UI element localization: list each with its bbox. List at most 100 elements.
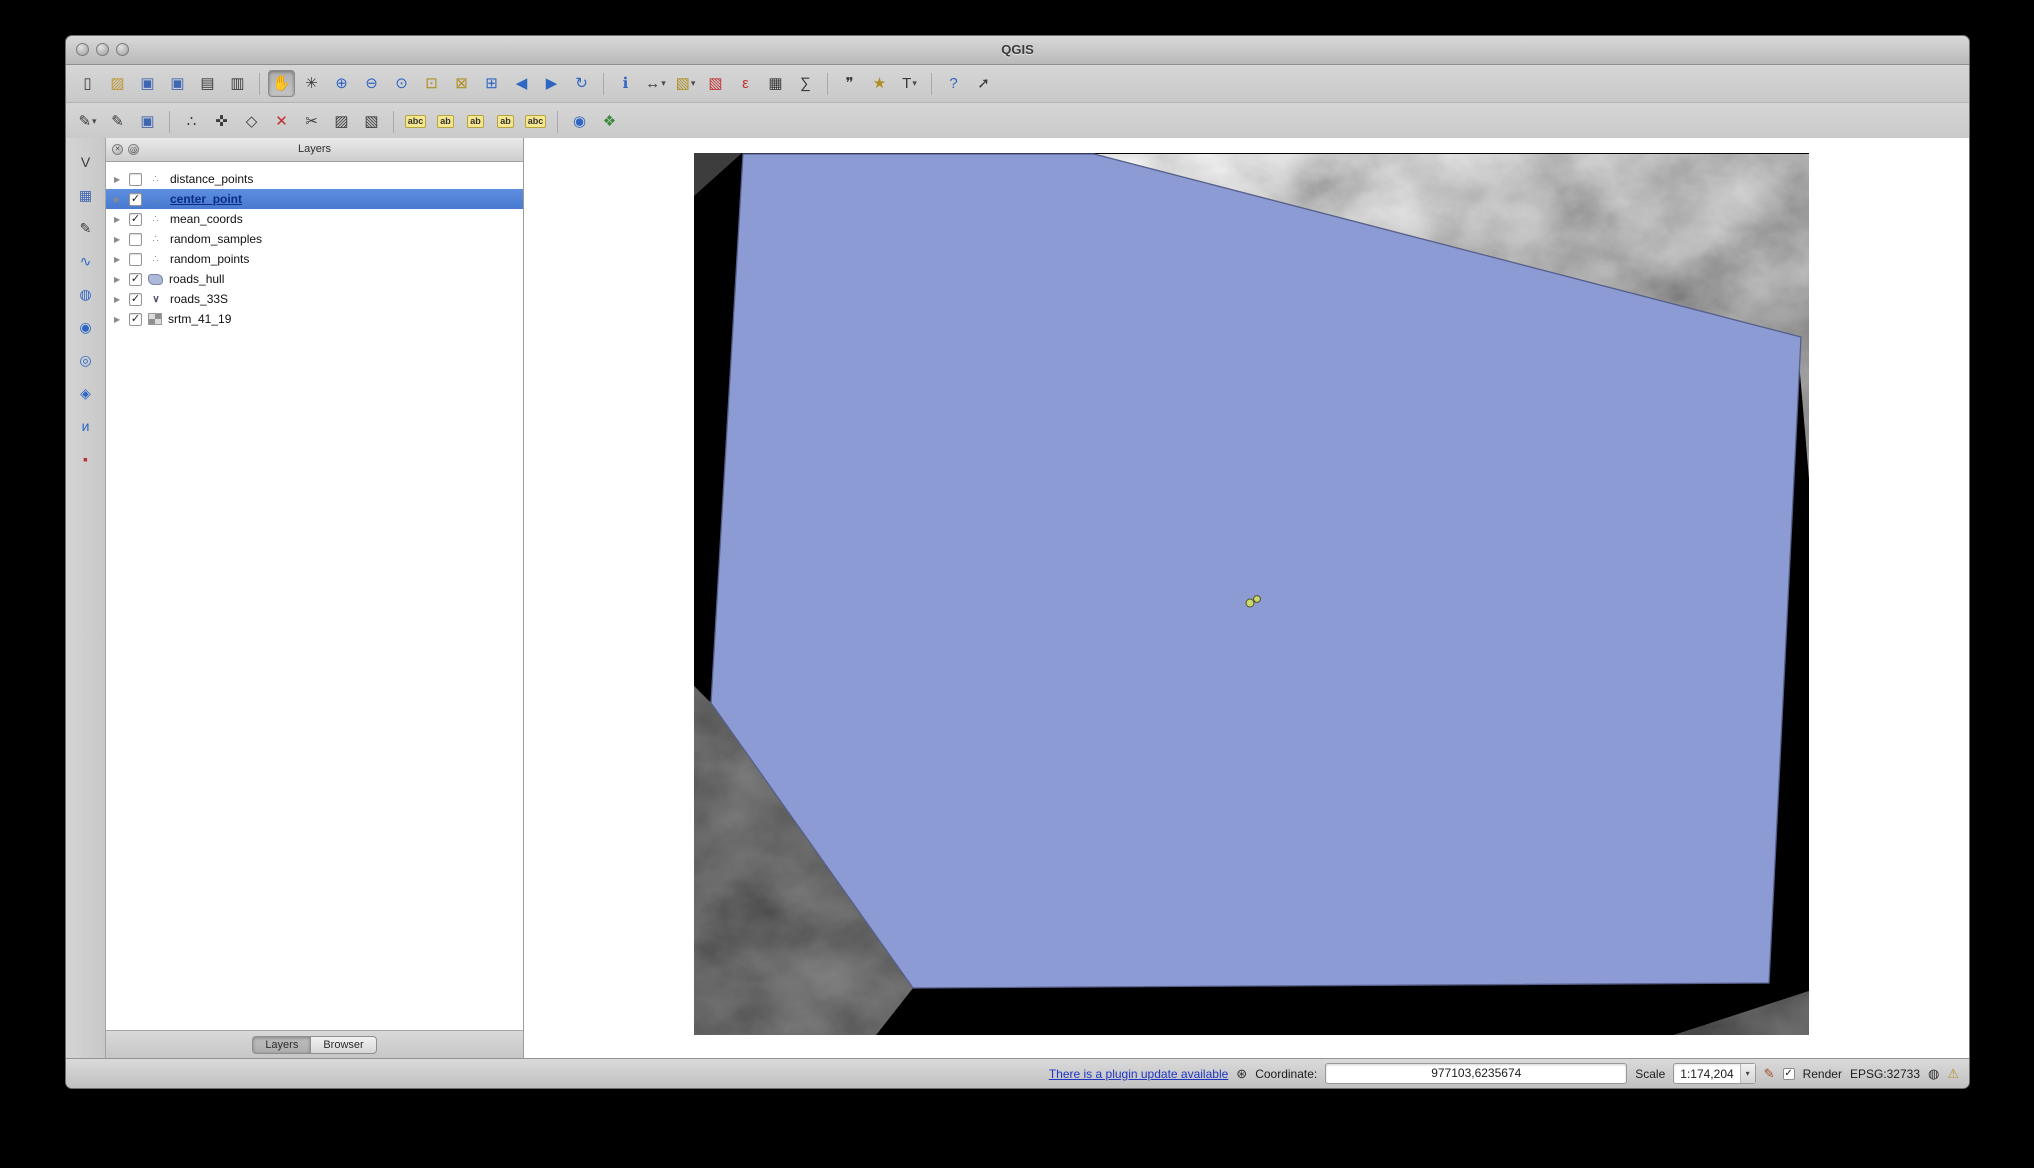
layer-checkbox[interactable] bbox=[129, 253, 142, 266]
panel-close-icon[interactable] bbox=[112, 144, 123, 155]
expand-arrow-icon[interactable] bbox=[114, 275, 123, 284]
toggle-editing-button[interactable]: ✎ bbox=[104, 108, 131, 135]
zoom-out-button[interactable]: ⊖ bbox=[358, 70, 385, 97]
layer-labeling-button[interactable]: abc bbox=[402, 108, 429, 135]
open-attribute-table-button[interactable]: ▦ bbox=[762, 70, 789, 97]
paste-features-button[interactable]: ▧ bbox=[358, 108, 385, 135]
crs-status-icon[interactable]: ◍ bbox=[1928, 1067, 1939, 1080]
sep-1-button[interactable] bbox=[259, 73, 260, 95]
select-features-button[interactable]: ▧ bbox=[672, 70, 699, 97]
node-tool-button[interactable]: ◇ bbox=[238, 108, 265, 135]
sep-4-button[interactable] bbox=[931, 73, 932, 95]
layer-checkbox[interactable] bbox=[129, 293, 142, 306]
add-wms-layer-button[interactable]: ◉ bbox=[73, 315, 98, 339]
help-contents-button[interactable]: ? bbox=[940, 70, 967, 97]
open-project-button[interactable]: ▨ bbox=[104, 70, 131, 97]
expand-arrow-icon[interactable] bbox=[114, 235, 123, 244]
expand-arrow-icon[interactable] bbox=[114, 175, 123, 184]
plugin-icon[interactable]: ⊛ bbox=[1236, 1067, 1247, 1080]
add-feature-button[interactable]: ∴ bbox=[178, 108, 205, 135]
deselect-features-button[interactable]: ▧ bbox=[702, 70, 729, 97]
new-project-button[interactable]: ▯ bbox=[74, 70, 101, 97]
titlebar[interactable]: QGIS bbox=[66, 36, 1969, 65]
expand-arrow-icon[interactable] bbox=[114, 295, 123, 304]
map-canvas[interactable] bbox=[524, 138, 1969, 1058]
layer-row-srtm_41_19[interactable]: srtm_41_19 bbox=[106, 309, 523, 329]
expand-arrow-icon[interactable] bbox=[114, 255, 123, 264]
layer-checkbox[interactable] bbox=[129, 173, 142, 186]
zoom-full-button[interactable]: ⊡ bbox=[418, 70, 445, 97]
tab-browser[interactable]: Browser bbox=[310, 1036, 376, 1054]
add-vector-layer-button[interactable]: V bbox=[73, 150, 98, 174]
layer-row-random_samples[interactable]: random_samples bbox=[106, 229, 523, 249]
field-calculator-button[interactable]: ∑ bbox=[792, 70, 819, 97]
label-properties-button[interactable]: abc bbox=[522, 108, 549, 135]
new-bookmark-button[interactable]: ★ bbox=[866, 70, 893, 97]
sep-2-button[interactable] bbox=[393, 111, 394, 133]
layer-row-roads_hull[interactable]: roads_hull bbox=[106, 269, 523, 289]
web-globe-button[interactable]: ◉ bbox=[566, 108, 593, 135]
sep-2-button[interactable] bbox=[603, 73, 604, 95]
add-wfs-layer-button[interactable]: ◈ bbox=[73, 381, 98, 405]
zoom-in-button[interactable]: ⊕ bbox=[328, 70, 355, 97]
zoom-to-layer-button[interactable]: ⊞ bbox=[478, 70, 505, 97]
add-delimited-text-layer-button[interactable]: и bbox=[73, 414, 98, 438]
message-log-icon[interactable]: ⚠ bbox=[1947, 1067, 1959, 1080]
pan-to-selection-button[interactable]: ✳ bbox=[298, 70, 325, 97]
expand-arrow-icon[interactable] bbox=[114, 195, 123, 204]
layer-checkbox[interactable] bbox=[129, 193, 142, 206]
sep-3-button[interactable] bbox=[557, 111, 558, 133]
layer-row-roads_33S[interactable]: roads_33S bbox=[106, 289, 523, 309]
tab-layers[interactable]: Layers bbox=[252, 1036, 311, 1054]
zoom-last-button[interactable]: ◀ bbox=[508, 70, 535, 97]
layer-row-distance_points[interactable]: distance_points bbox=[106, 169, 523, 189]
add-spatialite-layer-button[interactable]: ∿ bbox=[73, 249, 98, 273]
expand-arrow-icon[interactable] bbox=[114, 215, 123, 224]
save-layer-edits-button[interactable]: ▣ bbox=[134, 108, 161, 135]
add-postgis-layer-button[interactable]: ◍ bbox=[73, 282, 98, 306]
layer-checkbox[interactable] bbox=[129, 213, 142, 226]
expand-arrow-icon[interactable] bbox=[114, 315, 123, 324]
add-raster-layer-button[interactable]: ▦ bbox=[73, 183, 98, 207]
zoom-native-button[interactable]: ⊙ bbox=[388, 70, 415, 97]
layer-row-mean_coords[interactable]: mean_coords bbox=[106, 209, 523, 229]
copy-features-button[interactable]: ▨ bbox=[328, 108, 355, 135]
pan-map-button[interactable]: ✋ bbox=[268, 70, 295, 97]
label-move-button[interactable]: ab bbox=[432, 108, 459, 135]
map-refresh-button[interactable]: ↻ bbox=[568, 70, 595, 97]
panel-float-icon[interactable] bbox=[128, 144, 139, 155]
whats-this-button[interactable]: ➚ bbox=[970, 70, 997, 97]
scale-combo[interactable]: 1:174,204 ▾ bbox=[1673, 1063, 1755, 1084]
text-annotation-button[interactable]: T bbox=[896, 70, 923, 97]
cut-features-button[interactable]: ✂ bbox=[298, 108, 325, 135]
chevron-down-icon[interactable]: ▾ bbox=[1740, 1064, 1755, 1083]
zoom-to-selection-button[interactable]: ⊠ bbox=[448, 70, 475, 97]
plugin-update-link[interactable]: There is a plugin update available bbox=[1049, 1067, 1228, 1081]
layer-checkbox[interactable] bbox=[129, 233, 142, 246]
render-paint-icon[interactable]: ✎ bbox=[1764, 1067, 1775, 1080]
label-change-button[interactable]: ab bbox=[492, 108, 519, 135]
save-project-as-button[interactable]: ▣ bbox=[164, 70, 191, 97]
layer-row-center_point[interactable]: center_point bbox=[106, 189, 523, 209]
sep-3-button[interactable] bbox=[827, 73, 828, 95]
plugin-layers-button[interactable]: ❖ bbox=[596, 108, 623, 135]
measure-button[interactable]: ↔ bbox=[642, 70, 669, 97]
coordinate-input[interactable]: 977103,6235674 bbox=[1325, 1063, 1627, 1084]
save-project-button[interactable]: ▣ bbox=[134, 70, 161, 97]
identify-features-button[interactable]: ℹ bbox=[612, 70, 639, 97]
delete-selected-button[interactable]: ✕ bbox=[268, 108, 295, 135]
layer-checkbox[interactable] bbox=[129, 313, 142, 326]
new-print-composer-button[interactable]: ▤ bbox=[194, 70, 221, 97]
layer-checkbox[interactable] bbox=[129, 273, 142, 286]
composer-manager-button[interactable]: ▥ bbox=[224, 70, 251, 97]
move-feature-button[interactable]: ✜ bbox=[208, 108, 235, 135]
select-by-expression-button[interactable]: ε bbox=[732, 70, 759, 97]
render-checkbox[interactable] bbox=[1783, 1068, 1795, 1080]
zoom-next-button[interactable]: ▶ bbox=[538, 70, 565, 97]
current-edits-button[interactable]: ✎ bbox=[74, 108, 101, 135]
layer-row-random_points[interactable]: random_points bbox=[106, 249, 523, 269]
remove-layer-button[interactable]: ▪ bbox=[73, 447, 98, 471]
map-tips-button[interactable]: ❞ bbox=[836, 70, 863, 97]
new-shapefile-layer-button[interactable]: ✎ bbox=[73, 216, 98, 240]
add-wcs-layer-button[interactable]: ◎ bbox=[73, 348, 98, 372]
